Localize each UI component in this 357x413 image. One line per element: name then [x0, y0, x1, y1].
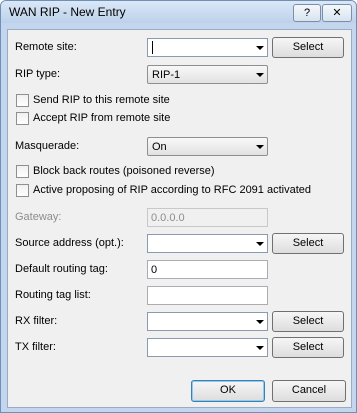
- block-back-routes-label[interactable]: Block back routes (poisoned reverse): [33, 165, 215, 177]
- dialog-client-area: Remote site: Select RIP type: RIP-1 Send…: [7, 29, 352, 408]
- close-button[interactable]: ✕: [322, 4, 352, 22]
- chevron-down-icon[interactable]: [252, 138, 267, 155]
- text-caret: [152, 41, 153, 54]
- gateway-input: 0.0.0.0: [147, 208, 268, 227]
- masquerade-select[interactable]: On: [147, 137, 268, 156]
- routing-tag-list-label: Routing tag list:: [15, 289, 91, 301]
- chevron-down-icon[interactable]: [252, 339, 267, 356]
- block-back-routes-checkbox[interactable]: [16, 165, 29, 178]
- tx-filter-label: TX filter:: [15, 341, 56, 353]
- dialog-window: WAN RIP - New Entry ? ✕ Remote site: Sel…: [0, 0, 357, 413]
- chevron-down-icon[interactable]: [252, 66, 267, 83]
- cancel-button[interactable]: Cancel: [272, 380, 346, 402]
- accept-rip-label[interactable]: Accept RIP from remote site: [33, 112, 170, 124]
- chevron-down-icon[interactable]: [252, 235, 267, 252]
- chevron-down-icon[interactable]: [252, 39, 267, 56]
- ok-button[interactable]: OK: [191, 380, 265, 402]
- window-title: WAN RIP - New Entry: [9, 5, 126, 19]
- accept-rip-checkbox[interactable]: [16, 112, 29, 125]
- default-routing-tag-input[interactable]: 0: [147, 260, 268, 279]
- masquerade-label: Masquerade:: [15, 140, 80, 152]
- remote-site-combobox[interactable]: [147, 38, 268, 57]
- send-rip-label[interactable]: Send RIP to this remote site: [33, 94, 170, 106]
- tx-filter-combobox[interactable]: [147, 338, 268, 357]
- rx-filter-select-button[interactable]: Select: [272, 311, 344, 332]
- active-proposing-label[interactable]: Active proposing of RIP according to RFC…: [33, 184, 311, 196]
- help-button[interactable]: ?: [293, 4, 321, 22]
- tx-filter-select-button[interactable]: Select: [272, 337, 344, 358]
- source-address-label: Source address (opt.):: [15, 237, 124, 249]
- remote-site-select-button[interactable]: Select: [272, 37, 344, 58]
- remote-site-label: Remote site:: [15, 41, 77, 53]
- gateway-label: Gateway:: [15, 211, 62, 223]
- source-address-combobox[interactable]: [147, 234, 268, 253]
- chevron-down-icon[interactable]: [252, 313, 267, 330]
- active-proposing-checkbox[interactable]: [16, 184, 29, 197]
- rip-type-label: RIP type:: [15, 68, 61, 80]
- default-routing-tag-label: Default routing tag:: [15, 263, 108, 275]
- source-address-select-button[interactable]: Select: [272, 233, 344, 254]
- rx-filter-label: RX filter:: [15, 315, 58, 327]
- rip-type-select[interactable]: RIP-1: [147, 65, 268, 84]
- rx-filter-combobox[interactable]: [147, 312, 268, 331]
- send-rip-checkbox[interactable]: [16, 94, 29, 107]
- title-bar[interactable]: WAN RIP - New Entry ? ✕: [1, 1, 356, 23]
- routing-tag-list-input[interactable]: [147, 286, 268, 305]
